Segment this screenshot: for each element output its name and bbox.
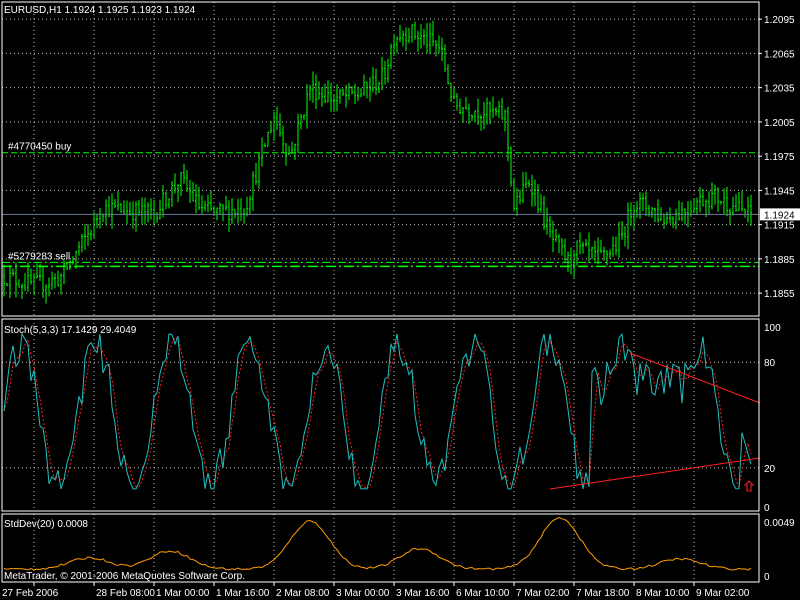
price-axis-label: 1.1915 [764, 221, 795, 232]
time-axis-label: 27 Feb 2006 [2, 588, 59, 599]
price-axis-label: 1.2035 [764, 84, 795, 95]
price-axis-label: 1.1885 [764, 255, 795, 266]
stoch-axis-label: 100 [764, 323, 781, 334]
stoch-axis-label: 80 [764, 358, 776, 369]
stoch-axis-label: 0 [764, 503, 770, 514]
time-axis-label: 3 Mar 16:00 [396, 588, 450, 599]
stoch-label: Stoch(5,3,3) 17.1429 29.4049 [4, 325, 137, 336]
chart-background [0, 0, 800, 600]
time-axis-label: 1 Mar 00:00 [156, 588, 210, 599]
time-axis-label: 3 Mar 00:00 [336, 588, 390, 599]
price-axis-label: 1.1975 [764, 152, 795, 163]
order-label: #4770450 buy [8, 142, 71, 153]
symbol-header: EURUSD,H1 1.1924 1.1925 1.1923 1.1924 [4, 5, 196, 16]
time-axis-label: 8 Mar 10:00 [636, 588, 690, 599]
time-axis-label: 1 Mar 16:00 [216, 588, 270, 599]
order-label: #5279283 sell [8, 251, 70, 262]
time-axis-label: 2 Mar 08:00 [276, 588, 330, 599]
time-axis-label: 7 Mar 02:00 [516, 588, 570, 599]
time-axis-label: 7 Mar 18:00 [576, 588, 630, 599]
price-axis-label: 1.2095 [764, 15, 795, 26]
current-price-label: 1.1924 [764, 210, 795, 221]
stddev-axis-label: 0 [764, 572, 770, 583]
time-axis-label: 9 Mar 02:00 [696, 588, 750, 599]
price-axis-label: 1.1855 [764, 289, 795, 300]
time-axis-label: 6 Mar 10:00 [456, 588, 510, 599]
mt4-chart[interactable]: #4770450 buy #5279283 sell 1.2095 1.2065 1.… [0, 0, 800, 600]
stoch-axis-label: 20 [764, 464, 776, 475]
price-axis-label: 1.2005 [764, 118, 795, 129]
price-axis-label: 1.2065 [764, 49, 795, 60]
price-axis-label: 1.1945 [764, 186, 795, 197]
stddev-label: StdDev(20) 0.0008 [4, 519, 88, 530]
time-axis-label: 28 Feb 08:00 [96, 588, 155, 599]
stddev-axis-label: 0.0049 [764, 518, 795, 529]
copyright-text: MetaTrader, © 2001-2006 MetaQuotes Softw… [4, 571, 245, 582]
